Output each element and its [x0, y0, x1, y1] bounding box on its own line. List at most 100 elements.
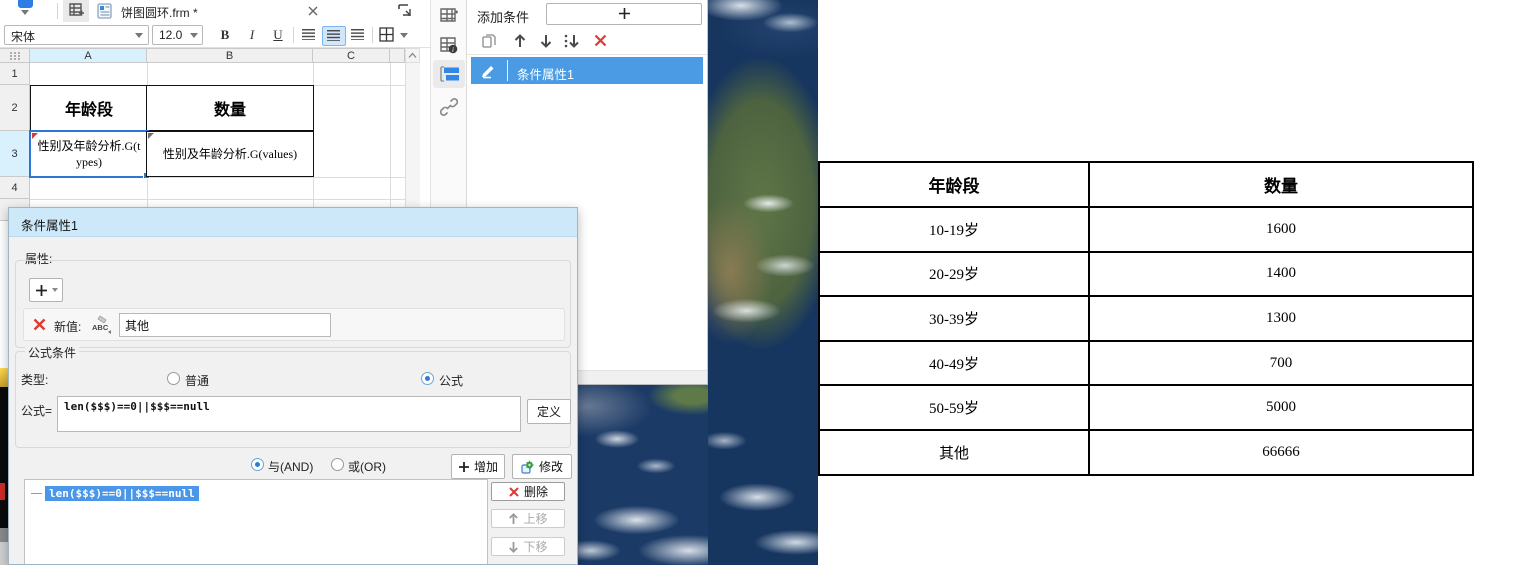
copy-icon[interactable]: [481, 33, 497, 49]
borders-button[interactable]: [378, 26, 398, 43]
type-formula-radio[interactable]: [421, 372, 434, 385]
add-formula-button[interactable]: 增加: [451, 454, 505, 479]
row-header-3[interactable]: 3: [0, 131, 30, 177]
cell-a3-selected[interactable]: 性别及年龄分析.G(types): [29, 130, 150, 179]
or-label[interactable]: 或(OR): [348, 458, 386, 475]
bold-button[interactable]: B: [213, 25, 237, 44]
table-row: 30-39岁 1300: [818, 295, 1474, 342]
column-header-a[interactable]: A: [30, 48, 147, 63]
and-radio[interactable]: [251, 458, 264, 471]
font-size-select[interactable]: 12.0: [152, 25, 203, 45]
divider: [372, 27, 373, 43]
formula-condition-list[interactable]: len($$$)==0||$$$==null: [24, 479, 488, 564]
condition-item-row-selected[interactable]: 条件属性1: [471, 57, 703, 84]
cell-attributes-icon[interactable]: i: [439, 36, 459, 55]
cell-element-icon[interactable]: [439, 6, 459, 24]
age-range-cell: 50-59岁: [818, 384, 1090, 431]
align-right-button[interactable]: [347, 26, 369, 44]
add-condition-button[interactable]: [546, 3, 702, 25]
app-menu-caret-icon[interactable]: [21, 10, 29, 15]
table-row: 20-29岁 1400: [818, 250, 1474, 298]
age-range-cell: 20-29岁: [818, 250, 1090, 298]
template-view-button[interactable]: [63, 0, 89, 22]
column-header-b[interactable]: B: [147, 48, 313, 63]
cell-b2[interactable]: 数量: [146, 85, 314, 131]
dialog-title: 条件属性1: [21, 219, 78, 233]
italic-button[interactable]: I: [240, 25, 264, 44]
modify-formula-button[interactable]: 修改: [512, 454, 572, 479]
type-normal-radio[interactable]: [167, 372, 180, 385]
count-cell: 66666: [1088, 428, 1474, 476]
borders-caret-icon[interactable]: [400, 33, 408, 38]
column-header-c[interactable]: C: [313, 48, 390, 63]
align-left-button[interactable]: [298, 26, 320, 44]
condition-item-label: 条件属性1: [517, 68, 574, 82]
row-header-4[interactable]: 4: [0, 177, 30, 199]
cell-b3[interactable]: 性别及年龄分析.G(values): [146, 131, 314, 177]
type-formula-label[interactable]: 公式: [439, 372, 463, 389]
table-row: 40-49岁 700: [818, 339, 1474, 387]
edit-pencil-icon[interactable]: [479, 61, 498, 80]
tab-title[interactable]: 饼图圆环.frm *: [121, 4, 198, 21]
count-header: 数量: [1088, 161, 1474, 208]
background-window-sliver-yellow: [0, 368, 8, 387]
move-up-button[interactable]: 上移: [491, 509, 565, 528]
sheet-corner-box[interactable]: [0, 48, 30, 63]
count-cell: 1600: [1088, 206, 1474, 253]
count-cell: 1300: [1088, 295, 1474, 342]
age-range-cell: 10-19岁: [818, 206, 1090, 253]
background-window-sliver-gray: [0, 528, 8, 542]
age-range-cell: 其他: [818, 428, 1090, 476]
condition-marker-icon: [32, 133, 38, 139]
scroll-up-button[interactable]: [405, 48, 420, 63]
app-menu-icon[interactable]: [18, 0, 33, 8]
delete-condition-icon[interactable]: [593, 33, 608, 48]
formula-input[interactable]: len($$$)==0||$$$==null: [57, 396, 521, 432]
column-header-partial[interactable]: [390, 48, 405, 63]
new-value-input[interactable]: [119, 313, 331, 337]
tab-bar: 饼图圆环.frm *: [0, 0, 430, 24]
move-down-button[interactable]: 下移: [491, 537, 565, 556]
type-normal-label[interactable]: 普通: [185, 372, 209, 389]
remove-attribute-icon[interactable]: [32, 317, 47, 332]
divider: [293, 27, 294, 43]
vertical-scrollbar[interactable]: [405, 63, 420, 208]
cell-a2[interactable]: 年龄段: [30, 85, 148, 131]
panel-title: 添加条件: [477, 10, 530, 25]
tab-close-icon[interactable]: [306, 4, 320, 18]
formula-label: 公式=: [21, 404, 53, 418]
float-window-icon[interactable]: [397, 3, 415, 18]
divider: [507, 60, 508, 81]
and-label[interactable]: 与(AND): [268, 458, 313, 475]
svg-text:ABC: ABC: [92, 323, 109, 332]
define-button-label: 定义: [536, 405, 561, 419]
move-down-button-label: 下移: [523, 540, 548, 554]
move-down-icon[interactable]: [539, 33, 553, 49]
underline-button[interactable]: U: [266, 25, 290, 44]
background-window-sliver-lightgray: [0, 542, 8, 565]
hyperlink-icon[interactable]: [440, 98, 458, 116]
define-button[interactable]: 定义: [527, 399, 571, 424]
condition-attributes-tab-active[interactable]: [433, 60, 465, 88]
or-radio[interactable]: [331, 458, 344, 471]
dialog-header[interactable]: 条件属性1: [9, 208, 577, 237]
rename-abc-icon[interactable]: ABC: [90, 313, 114, 337]
row-header-1[interactable]: 1: [0, 63, 30, 85]
add-attribute-button[interactable]: [29, 278, 63, 302]
delete-button[interactable]: 删除: [491, 482, 565, 501]
age-range-header: 年龄段: [818, 161, 1090, 208]
font-name-select[interactable]: 宋体: [4, 25, 149, 45]
sort-icon[interactable]: [563, 33, 581, 49]
type-label: 类型:: [21, 373, 49, 387]
condition-list-item-selected[interactable]: len($$$)==0||$$$==null: [45, 486, 199, 501]
svg-text:i: i: [452, 46, 454, 54]
table-row: 其他 66666: [818, 428, 1474, 476]
align-center-button[interactable]: [322, 26, 346, 46]
row-header-2[interactable]: 2: [0, 85, 30, 131]
result-table-body: 10-19岁 1600 20-29岁 1400 30-39岁 1300 40-49岁 700 5…: [818, 206, 1474, 476]
tree-branch-line: [31, 493, 42, 494]
result-table: 年龄段 数量 10-19岁 1600 20-29岁 1400 30-39岁 1300 40-…: [818, 161, 1474, 476]
background-window-sliver-red: [0, 483, 5, 500]
table-row: 50-59岁 5000: [818, 384, 1474, 431]
move-up-icon[interactable]: [513, 33, 527, 49]
